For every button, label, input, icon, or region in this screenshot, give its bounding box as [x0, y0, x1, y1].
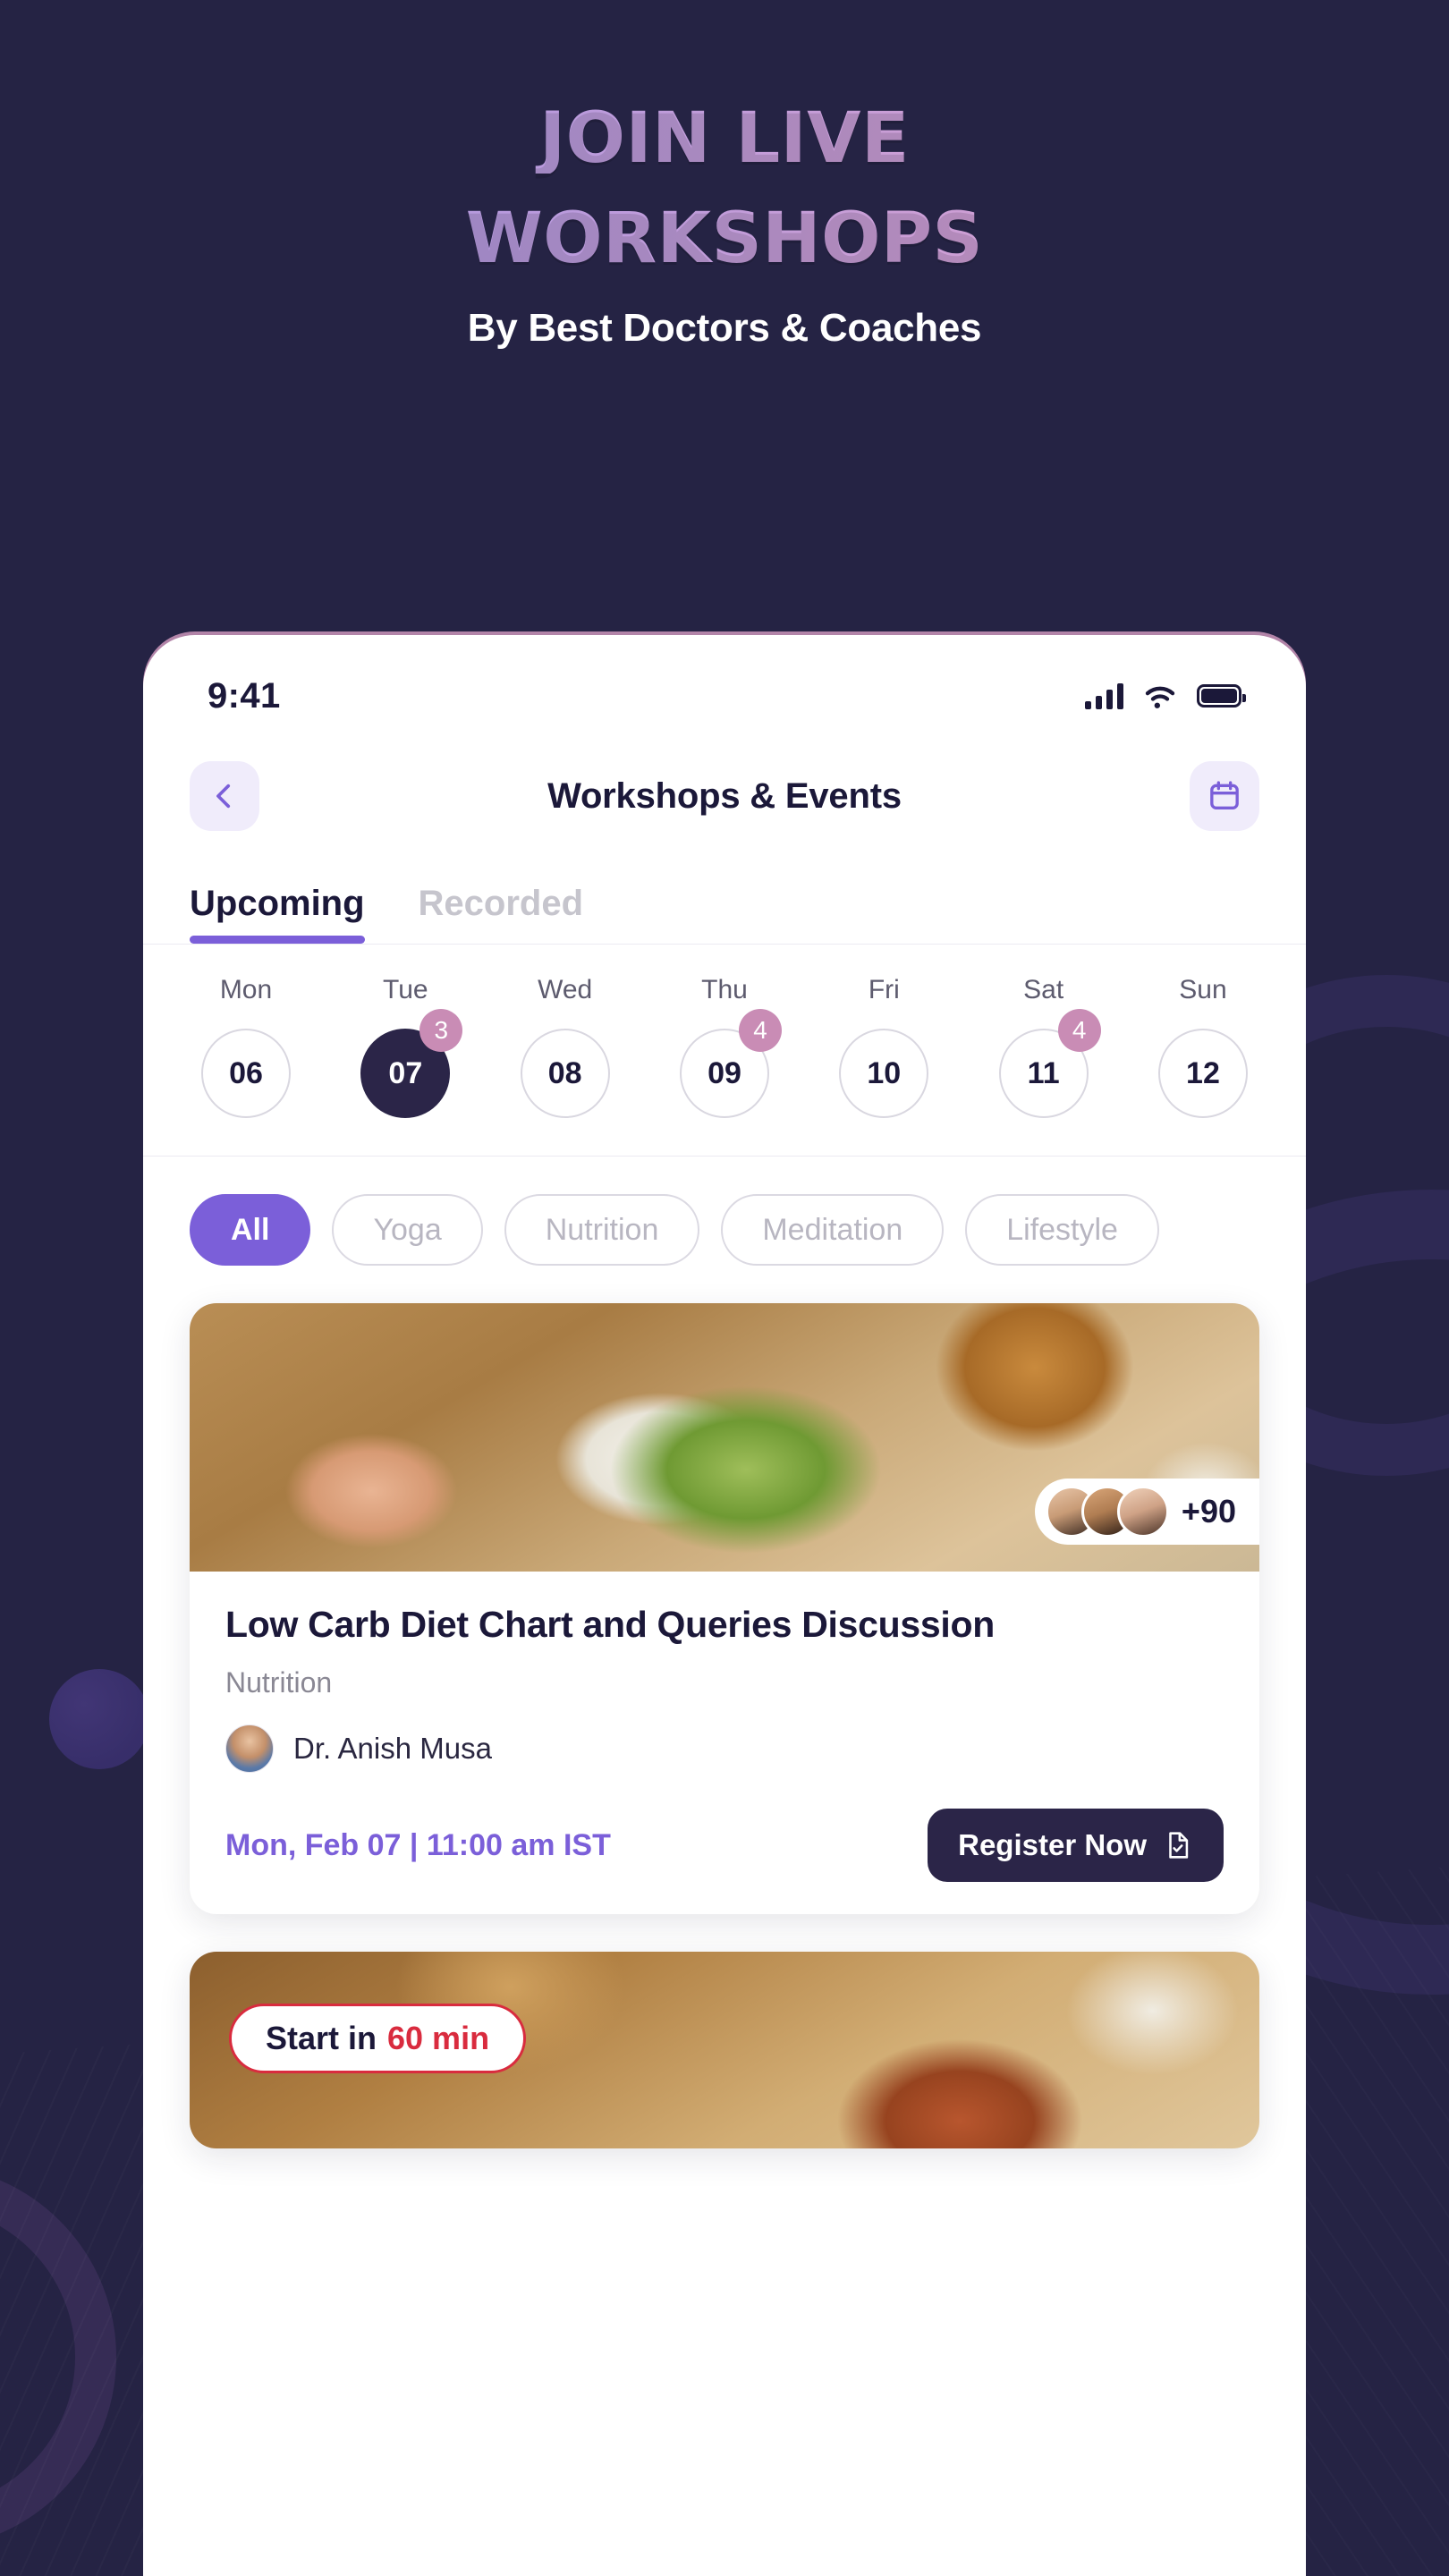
status-time: 9:41	[208, 675, 281, 716]
document-check-icon	[1169, 1832, 1189, 1859]
chip-all[interactable]: All	[190, 1194, 311, 1266]
workshop-list: +90 Low Carb Diet Chart and Queries Disc…	[143, 1303, 1306, 2149]
workshop-card[interactable]: +90 Low Carb Diet Chart and Queries Disc…	[190, 1303, 1259, 1915]
date-item-tue[interactable]: Tue 07 3	[338, 975, 472, 1118]
workshop-category: Nutrition	[225, 1666, 333, 1699]
day-event-badge: 4	[738, 1009, 782, 1052]
workshop-title: Low Carb Diet Chart and Queries Discussi…	[225, 1604, 995, 1645]
app-header: Workshops & Events	[143, 733, 1306, 859]
back-button[interactable]	[190, 761, 259, 831]
day-event-badge: 3	[419, 1009, 463, 1052]
phone-mockup: 9:41 Workshops & Events Upcoming Recorde…	[143, 635, 1306, 2576]
day-number: 08	[520, 1029, 610, 1118]
decorative-ring	[0, 2165, 116, 2549]
chip-nutrition[interactable]: Nutrition	[504, 1194, 700, 1266]
battery-full-icon	[1197, 684, 1246, 708]
date-selector: Mon 06 Tue 07 3 Wed 08 Thu 09 4 Fri 10 S…	[143, 945, 1306, 1157]
wifi-icon	[1145, 686, 1175, 708]
day-number: 10	[839, 1029, 929, 1118]
attendee-count: +90	[1181, 1493, 1236, 1530]
workshop-card-preview[interactable]: Start in 60 min	[190, 1952, 1259, 2149]
tab-recorded-label: Recorded	[418, 884, 584, 923]
avatar	[1116, 1486, 1169, 1538]
start-value: 60 min	[387, 2020, 490, 2057]
chip-yoga[interactable]: Yoga	[332, 1194, 483, 1266]
day-label: Thu	[701, 975, 748, 1004]
date-item-sat[interactable]: Sat 11 4	[977, 975, 1111, 1118]
day-label: Tue	[383, 975, 428, 1004]
day-label: Sun	[1179, 975, 1227, 1004]
host-avatar	[225, 1724, 274, 1774]
calendar-icon	[1210, 781, 1239, 809]
date-item-sun[interactable]: Sun 12	[1136, 975, 1270, 1118]
start-countdown-badge: Start in 60 min	[229, 2004, 527, 2074]
promo-title-line2: WORKSHOPS	[0, 204, 1449, 274]
promo-header: JOIN LIVE WORKSHOPS By Best Doctors & Co…	[0, 0, 1449, 351]
calendar-button[interactable]	[1189, 761, 1259, 831]
tab-upcoming-label: Upcoming	[190, 884, 365, 923]
day-label: Wed	[538, 975, 593, 1004]
tab-recorded[interactable]: Recorded	[419, 884, 584, 944]
day-label: Mon	[219, 975, 273, 1004]
date-item-fri[interactable]: Fri 10	[817, 975, 951, 1118]
register-button-label: Register Now	[958, 1828, 1147, 1862]
date-item-mon[interactable]: Mon 06	[179, 975, 313, 1118]
day-number: 12	[1157, 1029, 1248, 1118]
attendees-badge: +90	[1034, 1479, 1259, 1545]
promo-subtitle: By Best Doctors & Coaches	[467, 306, 982, 350]
day-number: 06	[201, 1029, 291, 1118]
day-event-badge: 4	[1057, 1009, 1101, 1052]
promo-title-line1: JOIN LIVE	[0, 104, 1449, 174]
workshop-host: Dr. Anish Musa	[225, 1724, 1224, 1774]
chip-lifestyle[interactable]: Lifestyle	[965, 1194, 1159, 1266]
chip-meditation[interactable]: Meditation	[721, 1194, 945, 1266]
workshop-datetime: Mon, Feb 07 | 11:00 am IST	[225, 1827, 611, 1862]
page-title: Workshops & Events	[547, 775, 902, 816]
cellular-signal-icon	[1085, 682, 1123, 709]
decorative-dot	[49, 1669, 149, 1769]
host-name: Dr. Anish Musa	[293, 1732, 492, 1766]
date-item-wed[interactable]: Wed 08	[498, 975, 632, 1118]
status-bar: 9:41	[143, 635, 1306, 733]
chevron-left-icon	[216, 784, 231, 809]
category-filter: All Yoga Nutrition Meditation Lifestyle	[143, 1157, 1306, 1303]
day-label: Sat	[1023, 975, 1064, 1004]
start-prefix: Start in	[266, 2020, 377, 2057]
app-screen: 9:41 Workshops & Events Upcoming Recorde…	[143, 635, 1306, 2149]
day-label: Fri	[868, 975, 900, 1004]
tab-bar: Upcoming Recorded	[143, 859, 1306, 945]
tab-upcoming[interactable]: Upcoming	[190, 884, 365, 944]
register-button[interactable]: Register Now	[928, 1809, 1224, 1883]
workshop-image: +90	[190, 1303, 1259, 1572]
date-item-thu[interactable]: Thu 09 4	[657, 975, 792, 1118]
